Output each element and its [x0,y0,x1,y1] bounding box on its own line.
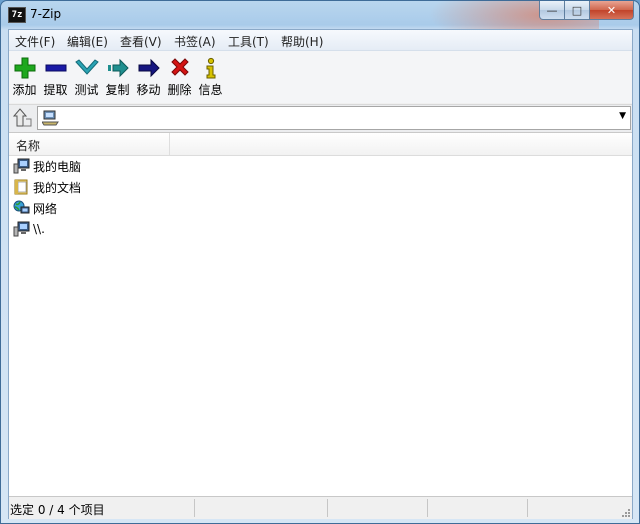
app-window: 7z 7-Zip — □ ✕ 文件(F) 编辑(E) 查看(V) 书签(A) 工… [0,0,640,524]
menu-file[interactable]: 文件(F) [15,33,55,50]
resize-grip-icon[interactable] [619,506,631,518]
computer-icon [13,158,30,174]
move-arrow-icon [138,58,160,78]
status-selection-text: 选定 0 / 4 个项目 [10,503,105,517]
move-button[interactable]: 移动 [133,53,164,101]
minimize-button[interactable]: — [539,1,565,20]
client-area: 文件(F) 编辑(E) 查看(V) 书签(A) 工具(T) 帮助(H) 添加 提… [8,29,633,519]
menu-bar: 文件(F) 编辑(E) 查看(V) 书签(A) 工具(T) 帮助(H) [9,30,632,51]
network-icon [13,200,30,214]
add-button[interactable]: 添加 [9,53,40,101]
status-divider [427,499,428,517]
column-header: 名称 [9,133,632,156]
extract-label: 提取 [43,83,68,97]
computer-icon [13,221,30,237]
address-combobox[interactable]: ▼ [37,106,631,130]
documents-folder-icon [14,179,28,195]
maximize-button[interactable]: □ [565,1,590,20]
add-label: 添加 [12,83,37,97]
chevron-down-icon[interactable]: ▼ [619,111,626,121]
column-name-header[interactable]: 名称 [9,133,170,155]
up-folder-button[interactable] [10,107,36,130]
list-item-label: 我的电脑 [33,159,82,174]
copy-arrow-icon [107,58,129,78]
status-bar: 选定 0 / 4 个项目 [9,496,632,519]
7zip-app-icon[interactable]: 7z [8,7,26,23]
delete-label: 删除 [167,83,192,97]
maximize-icon: □ [571,3,583,17]
toolbar: 添加 提取 测试 复制 移动 删除 信息 [9,51,632,103]
menu-tools[interactable]: 工具(T) [228,33,269,50]
up-folder-icon [12,108,32,127]
computer-drive-icon [42,110,59,126]
list-item-label: 我的文档 [33,180,82,195]
list-item-label: 网络 [33,201,58,216]
plus-icon [14,57,35,79]
copy-button[interactable]: 复制 [102,53,133,101]
close-icon: ✕ [606,3,617,17]
copy-label: 复制 [105,83,130,97]
status-divider [194,499,195,517]
delete-x-icon [170,58,189,76]
status-divider [527,499,528,517]
info-button[interactable]: 信息 [195,53,226,101]
caption-buttons: — □ ✕ [539,1,634,20]
minus-icon [45,64,66,72]
window-title: 7-Zip [30,7,62,21]
list-item[interactable]: 我的文档 [13,177,81,197]
menu-edit[interactable]: 编辑(E) [67,33,108,50]
title-bar[interactable]: 7z 7-Zip — □ ✕ [1,1,639,51]
list-item[interactable]: 网络 [13,198,57,218]
extract-button[interactable]: 提取 [40,53,71,101]
test-label: 测试 [74,83,99,97]
menu-bookmarks[interactable]: 书签(A) [174,33,216,50]
close-button[interactable]: ✕ [590,1,634,20]
column-name-label: 名称 [16,139,41,153]
info-label: 信息 [198,83,223,97]
delete-button[interactable]: 删除 [164,53,195,101]
list-item-label: \\. [33,222,45,236]
checkmark-icon [74,59,99,75]
info-icon [206,57,215,79]
menu-help[interactable]: 帮助(H) [281,33,323,50]
list-item[interactable]: \\. [13,219,45,239]
test-button[interactable]: 测试 [71,53,102,101]
move-label: 移动 [136,83,161,97]
file-list[interactable]: 名称 我的电脑 我的文档 网络 \\. [9,132,632,497]
list-item[interactable]: 我的电脑 [13,156,81,176]
status-divider [327,499,328,517]
menu-view[interactable]: 查看(V) [120,33,162,50]
address-bar: ▼ [9,104,632,132]
minimize-icon: — [546,3,558,17]
